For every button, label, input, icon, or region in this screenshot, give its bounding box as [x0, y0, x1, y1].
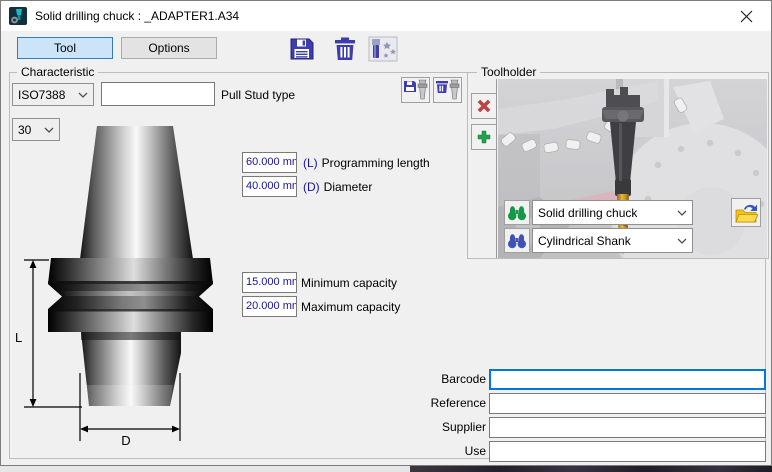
- desktop-behind-right: [410, 466, 772, 472]
- desktop-behind-left: [0, 466, 410, 472]
- green-binoculars-icon: [507, 204, 527, 221]
- blue-binoculars-icon: [507, 232, 527, 249]
- use-input[interactable]: [489, 441, 766, 462]
- toolholder-type-combobox[interactable]: Solid drilling chuck: [532, 200, 693, 225]
- open-toolholder-button[interactable]: [731, 198, 761, 227]
- build-tool-button[interactable]: [367, 35, 399, 62]
- screen: Solid drilling chuck : _ADAPTER1.A34 Too…: [0, 0, 772, 472]
- dim-diameter-label: D: [121, 433, 130, 448]
- use-label: Use: [421, 444, 486, 458]
- delete-toolholder-button[interactable]: [433, 77, 462, 103]
- search-shank-type-button[interactable]: [504, 228, 530, 253]
- red-cross-icon: [476, 98, 492, 114]
- chevron-down-icon: [677, 210, 687, 216]
- tab-options-label: Options: [148, 41, 189, 55]
- remove-toolholder-button[interactable]: [471, 93, 497, 119]
- dim-length-label: L: [15, 330, 22, 345]
- pull-stud-type-input[interactable]: [101, 82, 215, 106]
- close-icon[interactable]: [729, 1, 763, 31]
- diameter-prefix: (D): [303, 180, 320, 194]
- supplier-label: Supplier: [421, 420, 486, 434]
- chevron-down-icon: [677, 238, 687, 244]
- maximum-capacity-label: Maximum capacity: [301, 300, 400, 314]
- open-folder-icon: [734, 202, 758, 224]
- minimum-capacity-label: Minimum capacity: [301, 276, 397, 290]
- pull-stud-standard-combobox[interactable]: ISO7388: [12, 83, 94, 106]
- add-toolholder-button[interactable]: [471, 124, 497, 150]
- supplier-input[interactable]: [489, 417, 766, 438]
- diameter-field[interactable]: 40.000 mm: [242, 176, 297, 197]
- title-bar: Solid drilling chuck : _ADAPTER1.A34: [1, 1, 771, 31]
- shank-type-value: Cylindrical Shank: [538, 234, 631, 248]
- app-icon: [9, 7, 27, 25]
- tool-sparkle-icon: [368, 36, 398, 62]
- diameter-label: (D)Diameter: [303, 180, 372, 194]
- barcode-label: Barcode: [421, 372, 486, 386]
- programming-length-field[interactable]: 60.000 mm: [242, 152, 297, 173]
- shank-type-combobox[interactable]: Cylindrical Shank: [532, 228, 693, 253]
- trash-icon: [333, 36, 357, 62]
- save-toolholder-icon: [403, 79, 428, 101]
- chevron-down-icon: [78, 92, 88, 98]
- maximum-capacity-field[interactable]: 20.000 mm: [242, 296, 297, 317]
- programming-length-prefix: (L): [303, 156, 318, 170]
- save-button[interactable]: [287, 35, 317, 62]
- toolholder-separator: [496, 79, 497, 258]
- programming-length-label: (L)Programming length: [303, 156, 430, 170]
- barcode-input[interactable]: [489, 369, 766, 390]
- toolholder-drawing: L D: [9, 123, 239, 461]
- window-title: Solid drilling chuck : _ADAPTER1.A34: [35, 9, 239, 23]
- tab-tool-label: Tool: [54, 41, 76, 55]
- reference-input[interactable]: [489, 393, 766, 414]
- pull-stud-standard-value: ISO7388: [18, 88, 65, 102]
- minimum-capacity-field[interactable]: 15.000 mm: [242, 272, 297, 293]
- delete-button[interactable]: [331, 35, 358, 62]
- toolholder-type-value: Solid drilling chuck: [538, 206, 637, 220]
- search-toolholder-type-button[interactable]: [504, 200, 530, 225]
- save-toolholder-button[interactable]: [401, 77, 430, 103]
- pull-stud-type-label: Pull Stud type: [221, 88, 295, 102]
- characteristic-group-label: Characteristic: [17, 65, 98, 79]
- green-plus-icon: [476, 129, 492, 145]
- dialog-window: Solid drilling chuck : _ADAPTER1.A34 Too…: [0, 0, 772, 466]
- toolholder-group-label: Toolholder: [477, 65, 540, 79]
- tab-options[interactable]: Options: [121, 37, 217, 59]
- floppy-disk-icon: [289, 36, 315, 62]
- tab-tool[interactable]: Tool: [17, 37, 113, 59]
- delete-toolholder-icon: [435, 79, 460, 101]
- reference-label: Reference: [421, 396, 486, 410]
